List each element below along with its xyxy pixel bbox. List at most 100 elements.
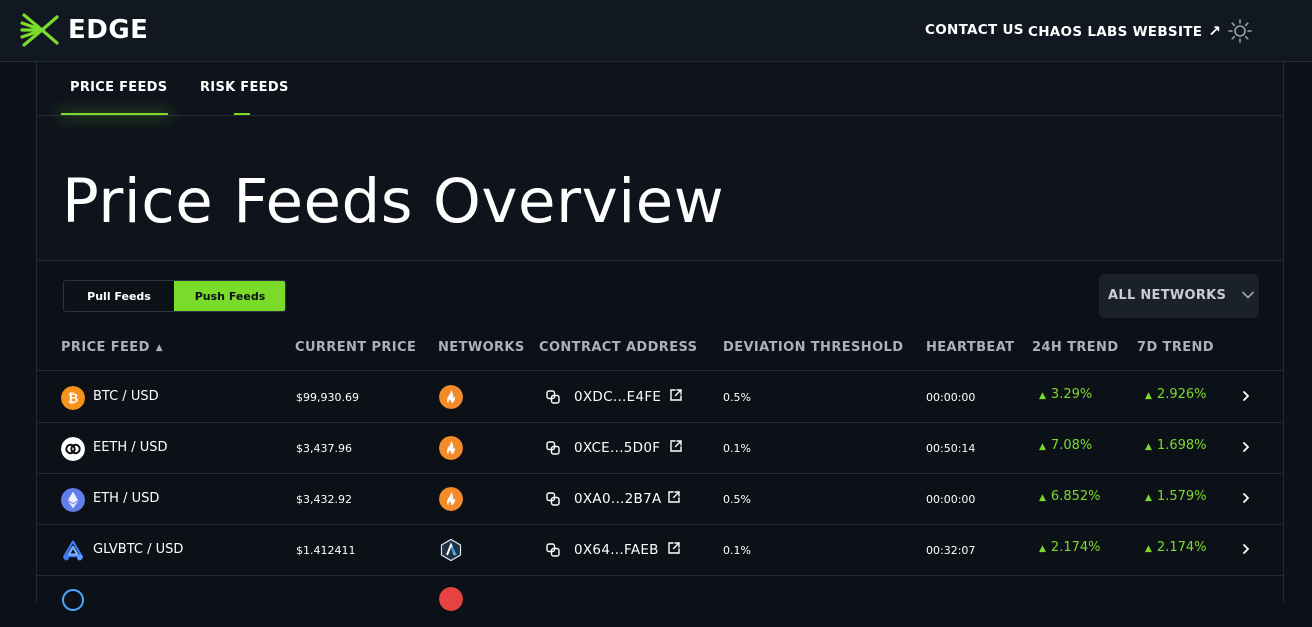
copy-icon[interactable] — [545, 389, 561, 405]
column-header-heartbeat: HEARTBEAT — [926, 340, 1015, 355]
heartbeat: 00:00:00 — [926, 391, 976, 404]
trend-up-icon: ▲ — [1039, 442, 1046, 452]
deviation-threshold: 0.1% — [723, 544, 751, 557]
chevron-right-icon[interactable] — [1239, 440, 1253, 454]
table-row[interactable]: EETH / USD $3,437.96 0XCE...5D0F 0.1% 00… — [37, 423, 1283, 474]
trend-24h-value: 7.08% — [1050, 438, 1093, 453]
chevron-right-icon[interactable] — [1239, 542, 1253, 556]
deviation-threshold: 0.5% — [723, 391, 751, 404]
heartbeat: 00:32:07 — [926, 544, 976, 557]
trend-up-icon: ▲ — [1145, 544, 1152, 554]
title-section: Price Feeds Overview — [37, 116, 1283, 261]
trend-24h-value: 2.174% — [1050, 540, 1101, 555]
trend-7d-value: 2.926% — [1156, 387, 1207, 402]
tab-price-feeds[interactable]: PRICE FEEDS — [70, 80, 167, 95]
trend-up-icon: ▲ — [1039, 544, 1046, 554]
pair-label: ETH / USD — [93, 491, 160, 506]
main-panel: PRICE FEEDS RISK FEEDS Price Feeds Overv… — [36, 62, 1284, 621]
pull-feeds-button[interactable]: Pull Feeds — [64, 281, 174, 311]
trend-up-icon: ▲ — [1145, 391, 1152, 401]
active-tab-indicator — [61, 113, 168, 115]
chevron-right-icon[interactable] — [1239, 491, 1253, 505]
btc-icon: ₿ — [61, 386, 85, 410]
eeth-icon — [61, 437, 85, 461]
token-icon — [62, 589, 84, 611]
chevron-down-icon — [1242, 291, 1254, 299]
arbitrum-network-icon — [440, 538, 462, 562]
feeds-table: Pull Feeds Push Feeds ALL NETWORKS PRICE… — [37, 261, 1283, 621]
flame-network-icon — [439, 487, 463, 511]
trend-up-icon: ▲ — [1145, 493, 1152, 503]
price-feed-header-label: PRICE FEED — [61, 340, 150, 355]
chevron-right-icon[interactable] — [1239, 389, 1253, 403]
trend-7d: ▲ 2.174% — [1145, 540, 1207, 555]
table-row[interactable]: ETH / USD $3,432.92 0XA0...2B7A 0.5% 00:… — [37, 474, 1283, 525]
eth-icon — [61, 488, 85, 512]
external-link-icon[interactable] — [669, 388, 683, 402]
trend-24h: ▲ 2.174% — [1039, 540, 1101, 555]
trend-7d: ▲ 1.698% — [1145, 438, 1207, 453]
column-header-networks: NETWORKS — [438, 340, 525, 355]
trend-7d-value: 1.698% — [1156, 438, 1207, 453]
pair-label: BTC / USD — [93, 389, 159, 404]
trend-24h-value: 6.852% — [1050, 489, 1101, 504]
trend-up-icon: ▲ — [1145, 442, 1152, 452]
trend-7d-value: 1.579% — [1156, 489, 1207, 504]
feed-tabs: PRICE FEEDS RISK FEEDS — [37, 62, 1283, 116]
trend-24h-value: 3.29% — [1050, 387, 1093, 402]
contact-us-link[interactable]: CONTACT US — [925, 22, 1024, 38]
deviation-threshold: 0.1% — [723, 442, 751, 455]
theme-toggle-sun-icon[interactable] — [1228, 19, 1252, 43]
glv-icon — [63, 540, 83, 561]
pair-label: GLVBTC / USD — [93, 542, 184, 557]
network-icon — [439, 587, 463, 611]
external-link-icon[interactable] — [667, 490, 681, 504]
heartbeat: 00:00:00 — [926, 493, 976, 506]
copy-icon[interactable] — [545, 491, 561, 507]
network-filter-select[interactable]: ALL NETWORKS — [1099, 274, 1259, 318]
contract-address[interactable]: 0XDC...E4FE — [574, 389, 661, 405]
copy-icon[interactable] — [545, 542, 561, 558]
column-header-7d-trend: 7D TREND — [1137, 340, 1214, 355]
contract-address[interactable]: 0XCE...5D0F — [574, 440, 660, 456]
chaos-labs-website-link[interactable]: CHAOS LABS WEBSITE ↗ — [1028, 22, 1221, 40]
table-row[interactable]: ₿ BTC / USD $99,930.69 0XDC...E4FE 0.5% … — [37, 372, 1283, 423]
flame-network-icon — [439, 385, 463, 409]
current-price: $99,930.69 — [296, 391, 359, 404]
trend-up-icon: ▲ — [1039, 391, 1046, 401]
column-header-current-price: CURRENT PRICE — [295, 340, 417, 355]
current-price: $3,432.92 — [296, 493, 352, 506]
table-row[interactable]: GLVBTC / USD $1.412411 0X64...FAEB 0.1% … — [37, 525, 1283, 576]
top-bar: EDGE CONTACT US CHAOS LABS WEBSITE ↗ — [0, 0, 1312, 62]
trend-up-icon: ▲ — [1039, 493, 1046, 503]
deviation-threshold: 0.5% — [723, 493, 751, 506]
current-price: $1.412411 — [296, 544, 356, 557]
logo[interactable]: EDGE — [20, 11, 148, 49]
push-feeds-button[interactable]: Push Feeds — [174, 281, 285, 311]
column-header-deviation-threshold: DEVIATION THRESHOLD — [723, 340, 904, 355]
trend-24h: ▲ 3.29% — [1039, 387, 1092, 402]
heartbeat: 00:50:14 — [926, 442, 976, 455]
trend-7d: ▲ 1.579% — [1145, 489, 1207, 504]
column-header-contract-address: CONTRACT ADDRESS — [539, 340, 698, 355]
edge-logo-icon — [20, 13, 59, 47]
trend-7d-value: 2.174% — [1156, 540, 1207, 555]
brand-name: EDGE — [68, 15, 149, 45]
tab-hover-indicator — [234, 113, 250, 115]
table-header: PRICE FEED ▲ CURRENT PRICE NETWORKS CONTR… — [37, 339, 1283, 371]
external-link-icon[interactable] — [669, 439, 683, 453]
table-row[interactable] — [37, 576, 1283, 627]
current-price: $3,437.96 — [296, 442, 352, 455]
column-header-price-feed[interactable]: PRICE FEED ▲ — [61, 340, 163, 355]
contract-address[interactable]: 0X64...FAEB — [574, 542, 659, 558]
external-arrow-icon: ↗ — [1208, 22, 1222, 40]
trend-24h: ▲ 7.08% — [1039, 438, 1092, 453]
sort-icon: ▲ — [155, 342, 164, 353]
contract-address[interactable]: 0XA0...2B7A — [574, 491, 662, 507]
tab-risk-feeds[interactable]: RISK FEEDS — [200, 80, 289, 95]
chaos-labs-website-label: CHAOS LABS WEBSITE — [1028, 24, 1203, 40]
feed-type-toggle: Pull Feeds Push Feeds — [63, 280, 286, 312]
copy-icon[interactable] — [545, 440, 561, 456]
pair-label: EETH / USD — [93, 440, 168, 455]
external-link-icon[interactable] — [667, 541, 681, 555]
